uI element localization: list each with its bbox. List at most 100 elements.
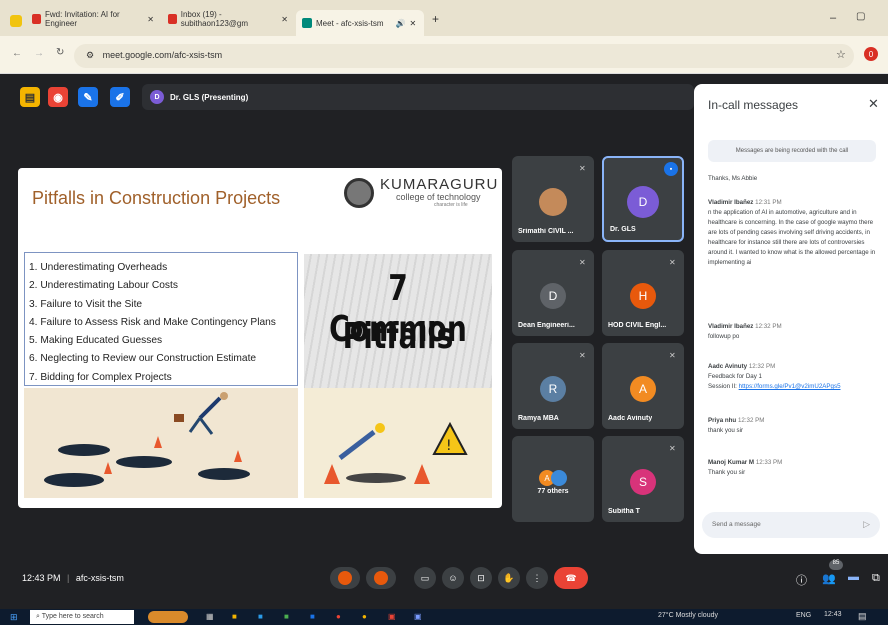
taskbar-clock[interactable]: 12:43 <box>824 611 842 618</box>
restore-icon[interactable]: ▢ <box>856 11 865 22</box>
list-item: 1. Underestimating Overheads <box>29 262 168 273</box>
svg-text:!: ! <box>446 438 452 454</box>
back-icon[interactable]: ← <box>12 48 22 59</box>
pitfall-list: 1. Underestimating Overheads 2. Underest… <box>24 252 298 386</box>
participant-name: 77 others <box>537 488 569 495</box>
in-call-messages-panel: In-call messages ✕ Messages are being re… <box>694 84 888 554</box>
taskbar-app-icon[interactable]: ▣ <box>388 612 396 621</box>
profile-avatar[interactable]: 0 <box>864 47 878 61</box>
notification-icon[interactable]: ▤ <box>858 611 867 622</box>
tab-meet[interactable]: Meet - afc-xsis-tsm 🔊 ✕ <box>296 10 424 36</box>
form-link[interactable]: https://forms.gle/Pv1@v2imU2APgs5 <box>739 383 841 390</box>
avatar: D <box>627 186 659 218</box>
participant-tile[interactable]: ✕ D Dean Engineeri... <box>512 250 594 336</box>
close-icon[interactable]: ✕ <box>868 96 879 112</box>
participant-tile[interactable]: ✕ Srimathi CIVIL ... <box>512 156 594 242</box>
taskbar-app-icon[interactable]: ● <box>336 612 341 621</box>
tab-gmail-invitation[interactable]: Fwd: Invitation: AI for Engineer ✕ <box>26 8 160 30</box>
minimize-icon[interactable]: – <box>830 12 836 24</box>
activities-icon[interactable]: ⧉ <box>872 572 880 585</box>
more-options-button[interactable]: ⋮ <box>526 567 548 589</box>
input-placeholder: Send a message <box>712 521 761 528</box>
reload-icon[interactable]: ↻ <box>56 47 64 58</box>
url-field[interactable]: ⚙ meet.google.com/afc-xsis-tsm <box>74 44 854 68</box>
participant-tile[interactable]: ✕ S Subitha T <box>602 436 684 522</box>
taskbar-app-icon[interactable]: ■ <box>284 612 289 621</box>
list-item: 4. Failure to Assess Risk and Make Conti… <box>29 316 276 328</box>
panel-title: In-call messages <box>708 98 799 112</box>
taskbar-app-icon[interactable]: ▦ <box>206 612 214 621</box>
avatar: S <box>630 469 656 495</box>
draw-icon[interactable]: ✐ <box>110 87 130 107</box>
chat-message: Vladimir Ibañez 12:31 PM n the applicati… <box>708 198 878 268</box>
more-vert-icon: ⋮ <box>532 572 542 583</box>
recording-icon[interactable]: ◉ <box>48 87 68 107</box>
close-icon[interactable]: ✕ <box>281 15 288 24</box>
chat-message: Manoj Kumar M 12:33 PM Thank you sir <box>708 458 878 478</box>
language-indicator[interactable]: ENG <box>796 612 811 619</box>
close-icon[interactable]: ✕ <box>410 19 417 28</box>
site-settings-icon[interactable]: ⚙ <box>86 50 94 60</box>
presenting-banner: D Dr. GLS (Presenting) <box>142 84 694 110</box>
hangup-icon: ☎ <box>565 572 577 583</box>
big-heading-line2: Pitfalls <box>342 316 454 357</box>
avatar: A <box>630 376 656 402</box>
camera-off-icon <box>374 571 388 585</box>
taskbar-app-icon[interactable] <box>148 611 188 623</box>
bookmark-star-icon[interactable]: ☆ <box>836 48 846 61</box>
avatar: D <box>150 90 164 104</box>
participant-name: Aadc Avinuty <box>608 415 653 422</box>
message-text: Thanks, Ms Abbie <box>708 175 758 182</box>
emoji-button[interactable]: ☺ <box>442 567 464 589</box>
gmail-icon <box>168 14 177 24</box>
forward-icon[interactable]: → <box>34 48 44 59</box>
people-icon[interactable]: 👥 <box>822 572 836 585</box>
list-item: 5. Making Educated Guesses <box>29 335 163 347</box>
avatar: R <box>540 376 566 402</box>
taskbar-app-icon[interactable]: ■ <box>310 612 315 621</box>
gmail-icon <box>32 14 42 24</box>
taskbar-app-icon[interactable]: ● <box>362 612 367 621</box>
windows-start-icon[interactable]: ⊞ <box>10 612 18 623</box>
taskbar-app-icon[interactable]: ■ <box>258 612 263 621</box>
taskbar-app-icon[interactable]: ▣ <box>414 612 422 621</box>
send-message-input[interactable]: Send a message ▷ <box>702 512 880 538</box>
message-sender: Vladimir Ibañez <box>708 323 754 330</box>
leave-call-button[interactable]: ☎ <box>554 567 588 589</box>
participant-tile[interactable]: ▪ D Dr. GLS <box>602 156 684 242</box>
mic-off-icon <box>338 571 352 585</box>
present-button[interactable]: ⊡ <box>470 567 492 589</box>
audio-icon: 🔊 <box>395 18 406 28</box>
search-icon: ⌕ <box>36 613 40 620</box>
shared-slide: Pitfalls in Construction Projects KUMARA… <box>18 168 502 508</box>
avatar: D <box>540 283 566 309</box>
chat-icon[interactable]: ▬ <box>848 571 859 583</box>
captions-button[interactable]: ▭ <box>414 567 436 589</box>
chat-message: Priya nhu 12:32 PM thank you sir <box>708 416 878 436</box>
taskbar-search-input[interactable]: ⌕ Type here to search <box>30 610 134 624</box>
weather-text: 27°C Mostly cloudy <box>658 612 718 619</box>
participant-tile[interactable]: ✕ A Aadc Avinuty <box>602 343 684 429</box>
participant-tile[interactable]: ✕ H HOD CIVIL Engl... <box>602 250 684 336</box>
tab-menu-icon[interactable] <box>4 10 28 32</box>
camera-toggle-button[interactable] <box>366 567 396 589</box>
recording-notice: Messages are being recorded with the cal… <box>708 140 876 162</box>
new-tab-button[interactable]: + <box>426 8 445 30</box>
notes-icon[interactable]: ▤ <box>20 87 40 107</box>
list-item: 7. Bidding for Complex Projects <box>29 371 172 383</box>
participant-name: Ramya MBA <box>518 415 559 422</box>
info-icon[interactable]: ⓘ <box>796 572 807 588</box>
presenting-label: Dr. GLS (Presenting) <box>170 92 249 102</box>
participant-name: Dean Engineeri... <box>518 322 575 329</box>
others-tile[interactable]: A 77 others <box>512 436 594 522</box>
edit-doc-icon[interactable]: ✎ <box>78 87 98 107</box>
logo-subtitle: college of technology <box>396 192 481 202</box>
close-icon[interactable]: ✕ <box>147 15 154 24</box>
taskbar-app-icon[interactable]: ■ <box>232 612 237 621</box>
mic-toggle-button[interactable] <box>330 567 360 589</box>
tab-gmail-inbox[interactable]: Inbox (19) - subithaon123@gm ✕ <box>162 8 294 30</box>
send-icon[interactable]: ▷ <box>863 519 870 530</box>
url-text: meet.google.com/afc-xsis-tsm <box>102 50 223 60</box>
participant-tile[interactable]: ✕ R Ramya MBA <box>512 343 594 429</box>
raise-hand-button[interactable]: ✋ <box>498 567 520 589</box>
